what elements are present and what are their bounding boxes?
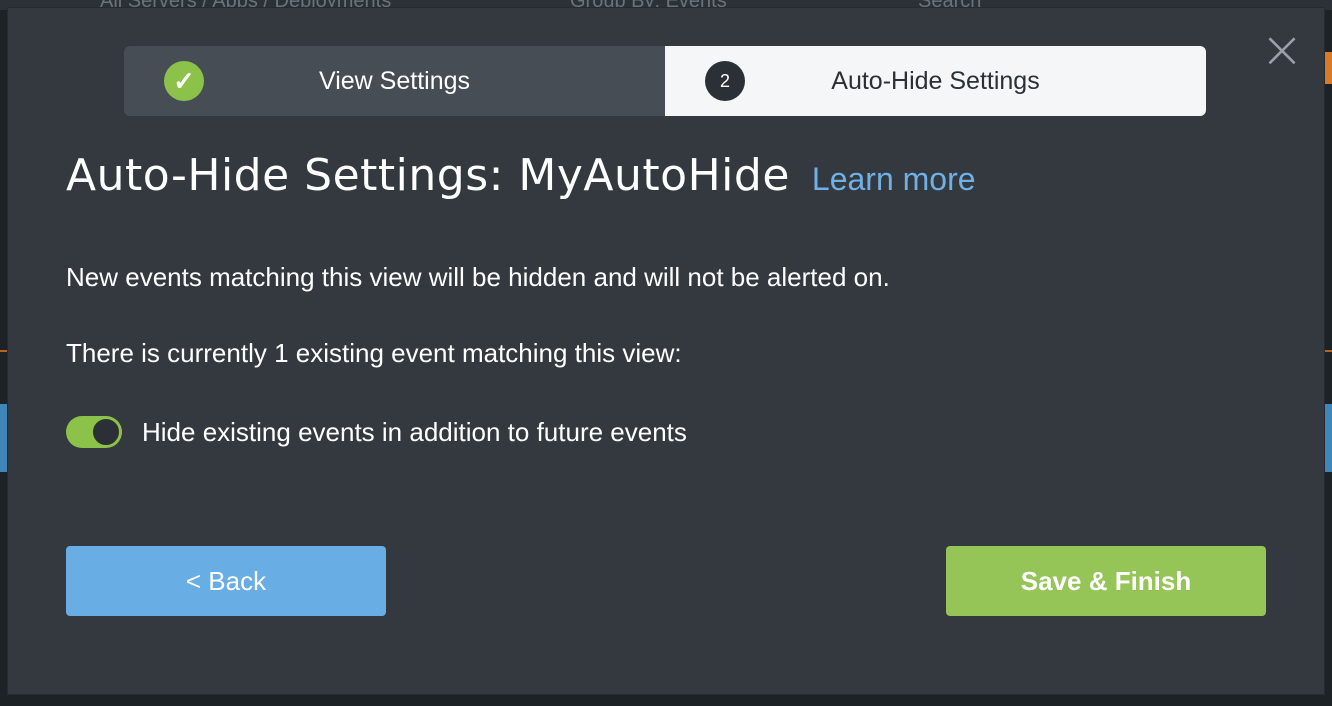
hide-existing-toggle[interactable]: [66, 416, 122, 448]
step-label: View Settings: [318, 66, 470, 95]
background-row-highlight: [1324, 404, 1332, 472]
step-auto-hide-settings[interactable]: 2 Auto-Hide Settings: [665, 46, 1206, 116]
toggle-label: Hide existing events in addition to futu…: [142, 416, 687, 447]
step-label: Auto-Hide Settings: [831, 66, 1040, 95]
wizard-stepper: ✓ View Settings 2 Auto-Hide Settings: [124, 46, 1206, 116]
back-button[interactable]: < Back: [66, 546, 386, 616]
learn-more-link[interactable]: Learn more: [812, 161, 976, 198]
step-number-badge: 2: [705, 61, 745, 101]
page-title: Auto-Hide Settings: MyAutoHide: [66, 150, 790, 201]
background-accent: [1324, 52, 1332, 84]
hide-existing-toggle-row: Hide existing events in addition to futu…: [66, 416, 687, 448]
toggle-knob: [92, 418, 120, 446]
close-icon[interactable]: ×: [1260, 24, 1304, 76]
background-row-highlight: [0, 404, 8, 472]
description-text: New events matching this view will be hi…: [66, 262, 890, 292]
checkmark-icon: ✓: [164, 61, 204, 101]
auto-hide-modal: × ✓ View Settings 2 Auto-Hide Settings A…: [8, 8, 1324, 694]
save-finish-button[interactable]: Save & Finish: [946, 546, 1266, 616]
step-view-settings[interactable]: ✓ View Settings: [124, 46, 665, 116]
title-row: Auto-Hide Settings: MyAutoHide Learn mor…: [66, 150, 976, 201]
existing-count-text: There is currently 1 existing event matc…: [66, 338, 682, 368]
